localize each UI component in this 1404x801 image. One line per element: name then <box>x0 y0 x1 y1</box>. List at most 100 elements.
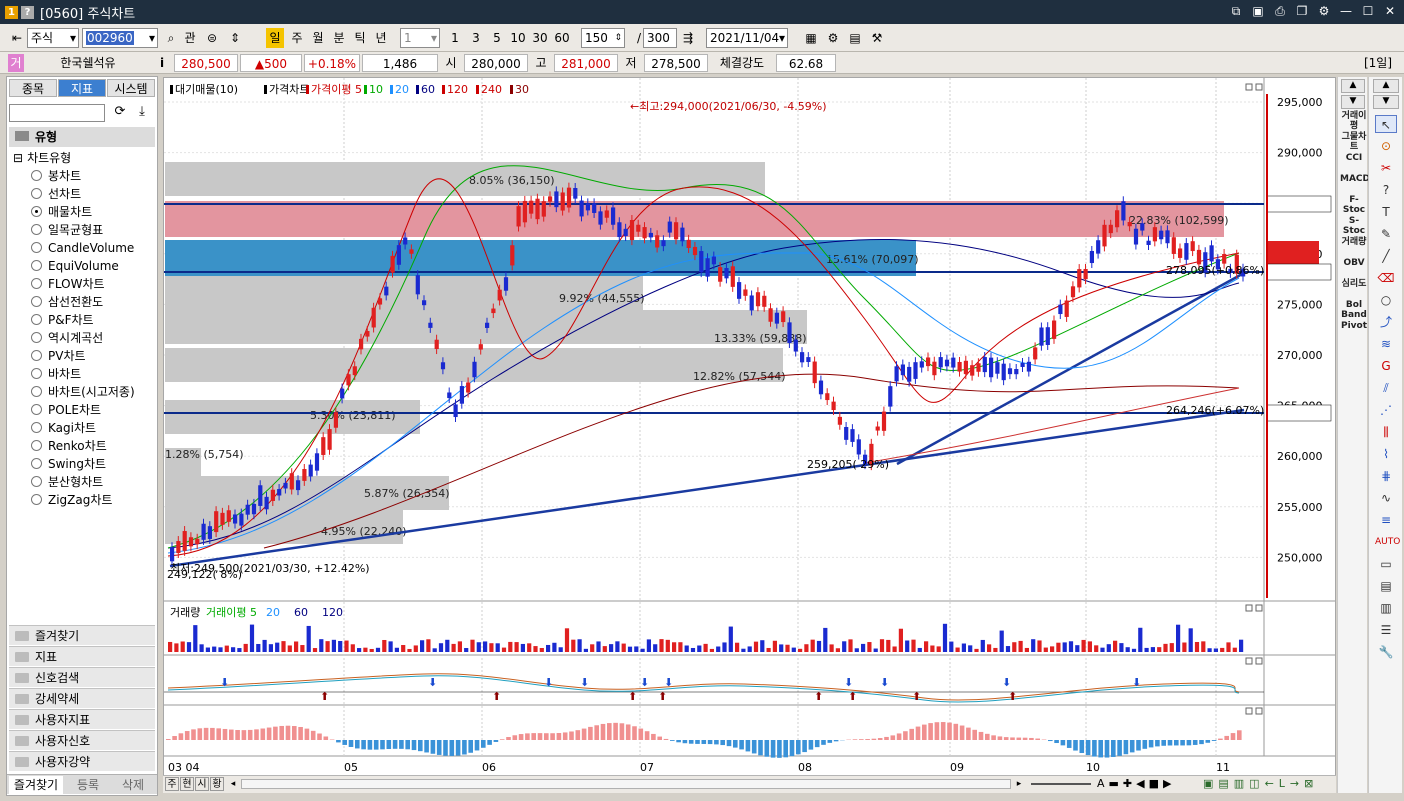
gear-icon[interactable]: ⚙ <box>824 28 842 48</box>
chart-type-item[interactable]: Swing차트 <box>31 455 106 473</box>
magnet-icon[interactable]: ⊙ <box>1375 137 1397 155</box>
zoom-controls-icon[interactable]: A▬✚◀■▶ <box>1097 776 1175 792</box>
cursor-icon[interactable]: ↖ <box>1375 115 1397 133</box>
tools-icon[interactable]: ⚒ <box>868 28 886 48</box>
chart-type-item[interactable]: 역시계곡선 <box>31 329 103 347</box>
bottom-btn-0[interactable]: 주 <box>165 777 179 791</box>
group-header[interactable]: 유형 <box>9 127 155 147</box>
info-icon[interactable]: i <box>154 54 170 72</box>
stock-code-input[interactable]: 002960 ▾ <box>82 28 158 48</box>
print-icon[interactable]: ⎙ <box>1272 3 1288 19</box>
scroll-right-icon[interactable]: ▸ <box>1013 777 1025 791</box>
chart-type-item[interactable]: Renko차트 <box>31 437 107 455</box>
document-icon[interactable]: ▤ <box>1375 577 1397 595</box>
chart-type-item[interactable]: 삼선전환도 <box>31 293 103 311</box>
eraser-icon[interactable]: ⌫ <box>1375 269 1397 287</box>
speed-icon[interactable]: ≡ <box>1375 511 1397 529</box>
scroll-down-icon[interactable]: ▼ <box>1341 95 1365 109</box>
interval-3[interactable]: 3 <box>467 28 485 48</box>
accordion-item[interactable]: 지표 <box>9 646 155 666</box>
copy-icon[interactable]: ❐ <box>1294 3 1310 19</box>
help-icon[interactable]: ? <box>21 5 34 19</box>
chart-type-item[interactable]: EquiVolume <box>31 257 119 275</box>
channel-icon[interactable]: ⫽ <box>1375 379 1397 397</box>
chart-type-item[interactable]: FLOW차트 <box>31 275 105 293</box>
tools-down-icon[interactable]: ▼ <box>1373 95 1399 109</box>
accordion-item[interactable]: 강세약세 <box>9 688 155 708</box>
window-icon[interactable]: ▭ <box>1375 555 1397 573</box>
tab-stock[interactable]: 종목 <box>9 79 57 97</box>
arc-icon[interactable]: ⌇ <box>1375 445 1397 463</box>
chart-svg[interactable]: 03 0405060708091011295,000290,000285,000… <box>164 78 1335 774</box>
bottom-btn-2[interactable]: 시 <box>195 777 209 791</box>
interval-60[interactable]: 60 <box>551 28 573 48</box>
interval-select[interactable]: 1 ▾ <box>400 28 440 48</box>
chart-type-item[interactable]: ZigZag차트 <box>31 491 112 509</box>
gwan-button[interactable]: 관 <box>181 28 199 48</box>
indicator-button[interactable]: CCI <box>1340 153 1368 163</box>
pen-icon[interactable]: ✎ <box>1375 225 1397 243</box>
interval-30[interactable]: 30 <box>529 28 551 48</box>
chart-type-item[interactable]: P&F차트 <box>31 311 94 329</box>
chart-type-item[interactable]: 선차트 <box>31 185 81 203</box>
view-controls-icon[interactable]: ▣▤▥◫←L→⊠ <box>1203 776 1318 792</box>
help-icon[interactable]: ? <box>1375 181 1397 199</box>
interval-10[interactable]: 10 <box>507 28 529 48</box>
settings-icon[interactable]: ⚙ <box>1316 3 1332 19</box>
floppy-icon[interactable]: ▤ <box>846 28 864 48</box>
bottom-tab-register[interactable]: 등록 <box>67 776 109 794</box>
circle-icon[interactable]: ○ <box>1375 291 1397 309</box>
horizontal-scrollbar[interactable] <box>241 779 1011 789</box>
period-year[interactable]: 년 <box>372 28 390 48</box>
close-button[interactable]: ✕ <box>1382 3 1398 19</box>
tools-up-icon[interactable]: ▲ <box>1373 79 1399 93</box>
trend-icon[interactable]: ⤴ <box>1375 313 1397 331</box>
chart-type-item[interactable]: 매물차트 <box>31 203 92 221</box>
app-number-icon[interactable]: 1 <box>5 5 18 19</box>
total-input[interactable]: 300 <box>643 28 677 48</box>
updown-icon[interactable]: ⇕ <box>226 28 244 48</box>
market-select[interactable]: 주식 ▾ <box>27 28 79 48</box>
search-icon[interactable]: ⌕ <box>162 28 180 48</box>
indicator-button[interactable]: OBV <box>1340 258 1368 268</box>
cycle-icon[interactable]: ⫼ <box>1375 423 1397 441</box>
scroll-left-icon[interactable]: ◂ <box>227 777 239 791</box>
tab-indicator[interactable]: 지표 <box>58 79 106 97</box>
chart-area[interactable]: 03 0405060708091011295,000290,000285,000… <box>163 77 1336 793</box>
minimize-button[interactable]: — <box>1338 3 1354 19</box>
count-input[interactable]: 150 ⇕ <box>581 28 625 48</box>
interval-1[interactable]: 1 <box>446 28 464 48</box>
chart-type-category[interactable]: ⊟ 차트유형 <box>13 149 71 167</box>
scroll-up-icon[interactable]: ▲ <box>1341 79 1365 93</box>
refresh-icon[interactable]: ⟳ <box>111 104 129 122</box>
zoom-slider[interactable] <box>1031 781 1091 785</box>
accordion-item[interactable]: 사용자신호 <box>9 730 155 750</box>
auto-icon[interactable]: AUTO <box>1375 533 1400 551</box>
chart-type-item[interactable]: 바차트(시고저종) <box>31 383 135 401</box>
indicator-button[interactable]: MACD <box>1340 174 1370 184</box>
line-icon[interactable]: ╱ <box>1375 247 1397 265</box>
accordion-item[interactable]: 신호검색 <box>9 667 155 687</box>
chart-type-item[interactable]: 봉차트 <box>31 167 81 185</box>
accordion-item[interactable]: 사용자강약 <box>9 751 155 771</box>
period-month[interactable]: 월 <box>309 28 327 48</box>
bottom-tab-favorites[interactable]: 즐겨찾기 <box>9 776 63 794</box>
chart-type-item[interactable]: CandleVolume <box>31 239 134 257</box>
bottom-btn-1[interactable]: 현 <box>180 777 194 791</box>
period-minute[interactable]: 분 <box>330 28 348 48</box>
indicator-button[interactable]: Bol Band <box>1340 300 1368 320</box>
text-icon[interactable]: T <box>1375 203 1397 221</box>
indicator-button[interactable]: 그물차트 <box>1340 132 1368 152</box>
period-tick[interactable]: 틱 <box>351 28 369 48</box>
chart-type-item[interactable]: PV차트 <box>31 347 86 365</box>
tab-system[interactable]: 시스템 <box>107 79 155 97</box>
indicator-button[interactable]: F-Stoc <box>1340 195 1368 215</box>
wave-icon[interactable]: ∿ <box>1375 489 1397 507</box>
chart-type-item[interactable]: POLE차트 <box>31 401 101 419</box>
fibonacci-icon[interactable]: ≋ <box>1375 335 1397 353</box>
link-icon[interactable]: ⧉ <box>1228 3 1244 19</box>
download-icon[interactable]: ⤓ <box>133 104 151 122</box>
interval-5[interactable]: 5 <box>488 28 506 48</box>
chart-settings-icon[interactable]: ▦ <box>802 28 820 48</box>
chart-type-item[interactable]: 바차트 <box>31 365 81 383</box>
